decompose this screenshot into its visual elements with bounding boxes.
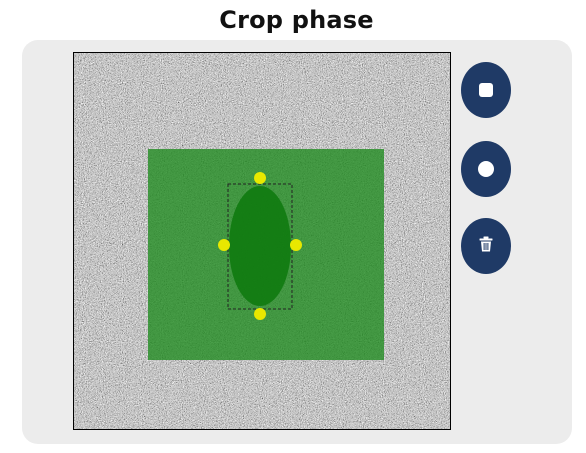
crop-phase-page: Crop phase bbox=[0, 0, 586, 453]
handle-bottom[interactable] bbox=[254, 308, 266, 320]
circle-icon bbox=[478, 161, 494, 177]
ellipse-shape[interactable] bbox=[229, 186, 291, 306]
ellipse-tool-button[interactable] bbox=[461, 141, 511, 197]
delete-button[interactable] bbox=[461, 218, 511, 274]
page-title: Crop phase bbox=[219, 6, 374, 34]
trash-icon bbox=[479, 236, 493, 256]
handle-top[interactable] bbox=[254, 172, 266, 184]
handle-left[interactable] bbox=[218, 239, 230, 251]
handle-right[interactable] bbox=[290, 239, 302, 251]
square-icon bbox=[479, 83, 493, 97]
image-canvas[interactable] bbox=[73, 52, 451, 430]
rectangle-tool-button[interactable] bbox=[461, 62, 511, 118]
canvas-svg[interactable] bbox=[74, 53, 450, 429]
